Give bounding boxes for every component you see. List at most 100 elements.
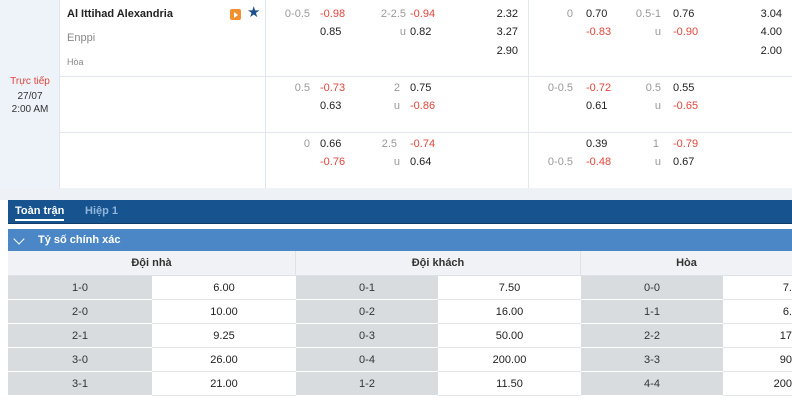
h1-1x2-draw-odd[interactable]: 2.00 bbox=[740, 45, 782, 57]
ft-ou-over-odd[interactable]: -0.94 bbox=[410, 8, 435, 20]
draw-column-header: Hòa bbox=[581, 251, 792, 276]
score-label: 3-1 bbox=[8, 372, 152, 396]
match-time-cell: Trực tiếp 27/07 2:00 AM bbox=[0, 0, 60, 188]
h1-hdp-home-odd[interactable]: 0.39 bbox=[586, 138, 607, 150]
ft-ou-over-odd[interactable]: -0.74 bbox=[410, 138, 435, 150]
score-label: 1-1 bbox=[581, 300, 723, 324]
ft-hdp-line: 0.5 bbox=[294, 82, 310, 94]
score-label: 0-0 bbox=[581, 276, 723, 300]
score-odd[interactable]: 50.00 bbox=[438, 324, 581, 348]
score-label: 0-3 bbox=[296, 324, 438, 348]
h1-ou-over-odd[interactable]: -0.79 bbox=[673, 138, 698, 150]
h1-ou-line: 0.5-1 bbox=[635, 8, 661, 20]
h1-hdp-home-odd[interactable]: -0.72 bbox=[586, 82, 611, 94]
score-odd[interactable]: 26.00 bbox=[152, 348, 296, 372]
ft-ou-under-odd[interactable]: 0.82 bbox=[410, 26, 431, 38]
ft-ou-under-label: u bbox=[399, 26, 406, 38]
score-odd[interactable]: 6. bbox=[723, 300, 792, 324]
column-divider bbox=[528, 0, 529, 188]
ft-hdp-line: 0 bbox=[303, 138, 310, 150]
score-label: 3-3 bbox=[581, 348, 723, 372]
score-odd[interactable]: 9.25 bbox=[152, 324, 296, 348]
tab-full-match[interactable]: Toàn trận bbox=[15, 205, 65, 221]
market-tabs: Toàn trận Hiệp 1 bbox=[8, 200, 792, 224]
ft-ou-over-odd[interactable]: 0.75 bbox=[410, 82, 431, 94]
h1-ou-under-odd[interactable]: -0.65 bbox=[673, 100, 698, 112]
tabs-border bbox=[8, 223, 792, 224]
score-odd[interactable]: 11.50 bbox=[438, 372, 581, 396]
score-odd[interactable]: 200.00 bbox=[438, 348, 581, 372]
ft-ou-under-label: u bbox=[393, 100, 400, 112]
ft-ou-line: 2 bbox=[393, 82, 400, 94]
score-odd[interactable]: 16.00 bbox=[438, 300, 581, 324]
favorite-star-icon[interactable]: ★ bbox=[247, 5, 260, 20]
away-column-header: Đội khách bbox=[296, 251, 581, 276]
home-column-header: Đội nhà bbox=[8, 251, 296, 276]
score-odd[interactable]: 21.00 bbox=[152, 372, 296, 396]
ft-hdp-away-odd[interactable]: 0.63 bbox=[320, 100, 341, 112]
match-date: 27/07 bbox=[17, 91, 43, 102]
score-odd[interactable]: 90 bbox=[723, 348, 792, 372]
score-label: 1-2 bbox=[296, 372, 438, 396]
ft-ou-under-label: u bbox=[393, 156, 400, 168]
teams-cell: Al Ittihad Alexandria Enppi Hòa ★ bbox=[60, 0, 266, 188]
h1-ou-under-odd[interactable]: -0.90 bbox=[673, 26, 698, 38]
score-label: 2-1 bbox=[8, 324, 152, 348]
score-odd[interactable]: 17 bbox=[723, 324, 792, 348]
h1-ou-under-label: u bbox=[654, 26, 661, 38]
score-odd[interactable]: 7.50 bbox=[438, 276, 581, 300]
h1-hdp-line: 0-0.5 bbox=[547, 82, 573, 94]
h1-hdp-line: 0 bbox=[566, 8, 573, 20]
draw-label: Hòa bbox=[67, 57, 84, 67]
home-team-name[interactable]: Al Ittihad Alexandria bbox=[67, 8, 173, 20]
live-tv-icon[interactable] bbox=[230, 9, 241, 20]
score-label: 0-4 bbox=[296, 348, 438, 372]
match-time: 2:00 AM bbox=[11, 104, 49, 115]
score-label: 0-2 bbox=[296, 300, 438, 324]
ft-hdp-home-odd[interactable]: -0.73 bbox=[320, 82, 345, 94]
h1-hdp-away-odd[interactable]: 0.61 bbox=[586, 100, 607, 112]
score-odd[interactable]: 10.00 bbox=[152, 300, 296, 324]
h1-hdp-away-line: 0-0.5 bbox=[547, 156, 573, 168]
row-divider bbox=[60, 132, 792, 133]
ft-ou-line: 2.5 bbox=[381, 138, 397, 150]
ft-1x2-away-odd[interactable]: 3.27 bbox=[470, 26, 518, 38]
score-label: 0-1 bbox=[296, 276, 438, 300]
ft-hdp-line: 0-0.5 bbox=[284, 8, 310, 20]
score-label: 4-4 bbox=[581, 372, 723, 396]
ft-hdp-home-odd[interactable]: -0.98 bbox=[320, 8, 345, 20]
correct-score-header[interactable]: Tỷ số chính xác bbox=[8, 229, 792, 251]
score-label: 1-0 bbox=[8, 276, 152, 300]
section-title: Tỷ số chính xác bbox=[38, 234, 121, 246]
h1-1x2-home-odd[interactable]: 3.04 bbox=[740, 8, 782, 20]
h1-hdp-away-odd[interactable]: -0.83 bbox=[586, 26, 611, 38]
score-odd[interactable]: 7. bbox=[723, 276, 792, 300]
h1-ou-line: 1 bbox=[652, 138, 659, 150]
ft-hdp-away-odd[interactable]: 0.85 bbox=[320, 26, 341, 38]
tab-first-half[interactable]: Hiệp 1 bbox=[85, 205, 118, 217]
ft-ou-under-odd[interactable]: 0.64 bbox=[410, 156, 431, 168]
h1-ou-under-label: u bbox=[654, 156, 661, 168]
h1-hdp-home-odd[interactable]: 0.70 bbox=[586, 8, 607, 20]
score-odd[interactable]: 6.00 bbox=[152, 276, 296, 300]
away-team-name[interactable]: Enppi bbox=[67, 32, 95, 44]
ft-hdp-away-odd[interactable]: -0.76 bbox=[320, 156, 345, 168]
ft-1x2-home-odd[interactable]: 2.32 bbox=[470, 8, 518, 20]
score-label: 3-0 bbox=[8, 348, 152, 372]
h1-hdp-away-odd[interactable]: -0.48 bbox=[586, 156, 611, 168]
h1-ou-line: 0.5 bbox=[645, 82, 661, 94]
h1-ou-over-odd[interactable]: 0.55 bbox=[673, 82, 694, 94]
h1-1x2-away-odd[interactable]: 4.00 bbox=[740, 26, 782, 38]
odds-table: Trực tiếp 27/07 2:00 AM Al Ittihad Alexa… bbox=[0, 0, 792, 188]
score-label: 2-2 bbox=[581, 324, 723, 348]
h1-ou-over-odd[interactable]: 0.76 bbox=[673, 8, 694, 20]
ft-hdp-home-odd[interactable]: 0.66 bbox=[320, 138, 341, 150]
score-odd[interactable]: 200 bbox=[723, 372, 792, 396]
h1-ou-under-odd[interactable]: 0.67 bbox=[673, 156, 694, 168]
chevron-down-icon[interactable] bbox=[13, 233, 25, 245]
ft-1x2-draw-odd[interactable]: 2.90 bbox=[470, 45, 518, 57]
section-gap bbox=[0, 188, 792, 200]
ft-ou-under-odd[interactable]: -0.86 bbox=[410, 100, 435, 112]
ft-ou-line: 2-2.5 bbox=[380, 8, 406, 20]
score-label: 2-0 bbox=[8, 300, 152, 324]
